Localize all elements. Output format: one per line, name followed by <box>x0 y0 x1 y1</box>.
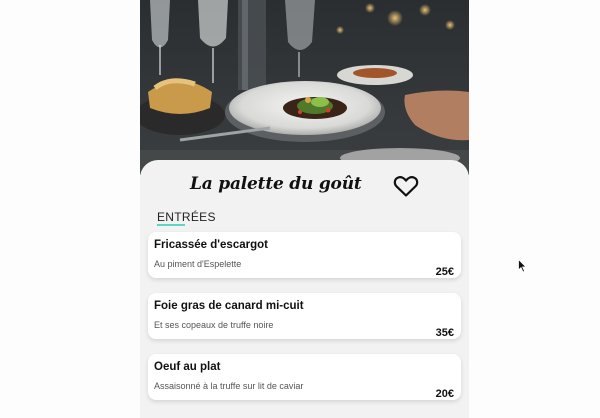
menu-item-price: 20€ <box>435 388 454 400</box>
menu-item-card[interactable]: Oeuf au plat Assaisonné à la truffe sur … <box>148 354 461 400</box>
menu-item-description: Assaisonné à la truffe sur lit de caviar <box>154 381 304 391</box>
restaurant-title: La palette du goût <box>190 174 362 194</box>
menu-item-price: 35€ <box>435 327 454 339</box>
app-viewport: La palette du goût ENTRÉES Fricassée d'e… <box>0 0 600 418</box>
menu-item-card[interactable]: Foie gras de canard mi-cuit Et ses copea… <box>148 293 461 339</box>
hero-photo <box>140 0 469 175</box>
menu-item-description: Au piment d'Espelette <box>154 259 242 269</box>
heart-outline-icon[interactable] <box>393 174 419 198</box>
mouse-pointer-icon <box>518 258 528 273</box>
menu-item-price: 25€ <box>435 266 454 278</box>
menu-item-name: Foie gras de canard mi-cuit <box>154 300 304 312</box>
menu-item-card[interactable]: Fricassée d'escargot Au piment d'Espelet… <box>148 232 461 278</box>
section-label-entrees[interactable]: ENTRÉES <box>157 210 216 224</box>
menu-item-description: Et ses copeaux de truffe noire <box>154 320 274 330</box>
restaurant-screen: La palette du goût ENTRÉES Fricassée d'e… <box>140 0 469 418</box>
menu-sheet: La palette du goût ENTRÉES Fricassée d'e… <box>140 160 469 418</box>
section-underline <box>157 224 185 226</box>
menu-item-name: Fricassée d'escargot <box>154 239 268 251</box>
menu-item-name: Oeuf au plat <box>154 361 221 373</box>
